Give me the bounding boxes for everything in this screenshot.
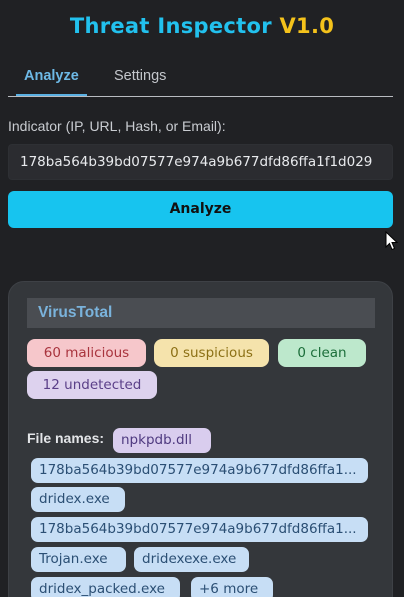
- file-names-label: File names:: [27, 430, 105, 446]
- app-title-version: V1.0: [279, 14, 335, 38]
- file-name-chip: dridex_packed.exe: [31, 577, 180, 597]
- app-title-name: Threat Inspector: [69, 14, 272, 38]
- clean-badge: 0 clean: [278, 339, 366, 367]
- virustotal-card: VirusTotal 60 malicious 0 suspicious 0 c…: [8, 281, 393, 597]
- suspicious-badge: 0 suspicious: [154, 339, 269, 367]
- file-name-chip: dridex.exe: [31, 487, 125, 512]
- app-title: Threat Inspector V1.0: [0, 14, 404, 38]
- tab-analyze[interactable]: Analyze: [16, 68, 87, 96]
- more-file-names-chip[interactable]: +6 more: [191, 577, 273, 597]
- malicious-badge: 60 malicious: [27, 339, 146, 367]
- undetected-badge: 12 undetected: [27, 371, 157, 399]
- file-name-chip: Trojan.exe: [31, 547, 126, 572]
- indicator-label: Indicator (IP, URL, Hash, or Email):: [8, 118, 226, 134]
- tab-bar: Analyze Settings: [8, 60, 393, 97]
- analyze-button[interactable]: Analyze: [8, 191, 393, 228]
- file-name-chip: npkpdb.dll: [113, 428, 211, 453]
- indicator-input[interactable]: 178ba564b39bd07577e974a9b677dfd86ffa1f1d…: [8, 144, 393, 180]
- virustotal-title: VirusTotal: [27, 298, 375, 328]
- file-name-chip: 178ba564b39bd07577e974a9b677dfd86ffa1...: [31, 458, 368, 483]
- mouse-pointer-icon: [385, 231, 399, 251]
- file-name-chip: dridexexe.exe: [134, 547, 249, 572]
- tab-settings[interactable]: Settings: [114, 68, 166, 84]
- file-name-chip: 178ba564b39bd07577e974a9b677dfd86ffa1...: [31, 517, 368, 542]
